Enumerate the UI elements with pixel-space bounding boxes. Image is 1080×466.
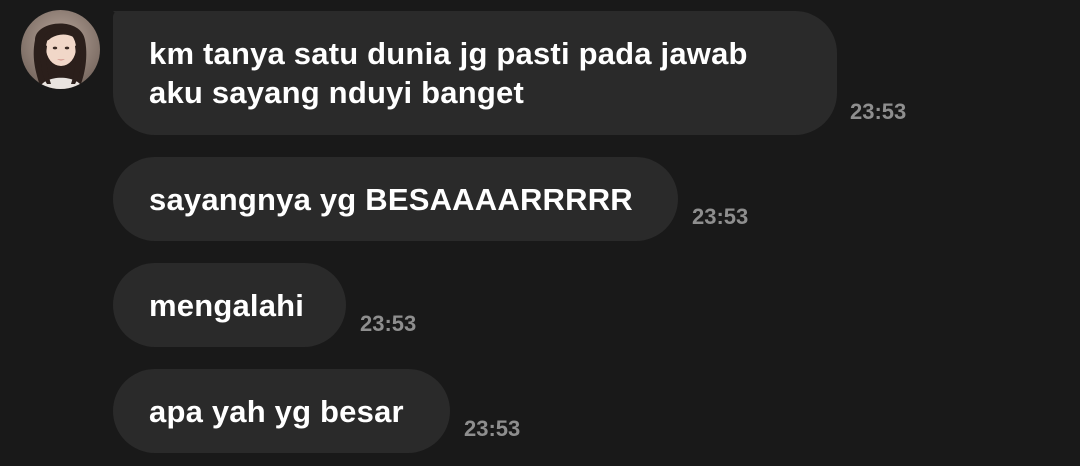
contact-avatar[interactable]	[21, 10, 100, 89]
message-item[interactable]: sayangnya yg BESAAAARRRRR 23:53	[113, 157, 748, 241]
message-timestamp: 23:53	[850, 99, 907, 124]
message-timestamp: 23:53	[692, 204, 749, 229]
message-bubble: sayangnya yg BESAAAARRRRR	[113, 157, 678, 241]
chat-thread: km tanya satu dunia jg pasti pada jawab …	[0, 0, 1080, 466]
message-item[interactable]: mengalahi 23:53	[113, 263, 416, 347]
message-timestamp: 23:53	[464, 416, 521, 441]
message-bubble: mengalahi	[113, 263, 346, 347]
profile-photo-icon	[21, 10, 100, 89]
message-bubble: km tanya satu dunia jg pasti pada jawab …	[113, 11, 837, 135]
message-item[interactable]: km tanya satu dunia jg pasti pada jawab …	[113, 11, 906, 135]
message-timestamp: 23:53	[360, 311, 417, 336]
message-item[interactable]: apa yah yg besar 23:53	[113, 369, 520, 453]
message-bubble: apa yah yg besar	[113, 369, 450, 453]
